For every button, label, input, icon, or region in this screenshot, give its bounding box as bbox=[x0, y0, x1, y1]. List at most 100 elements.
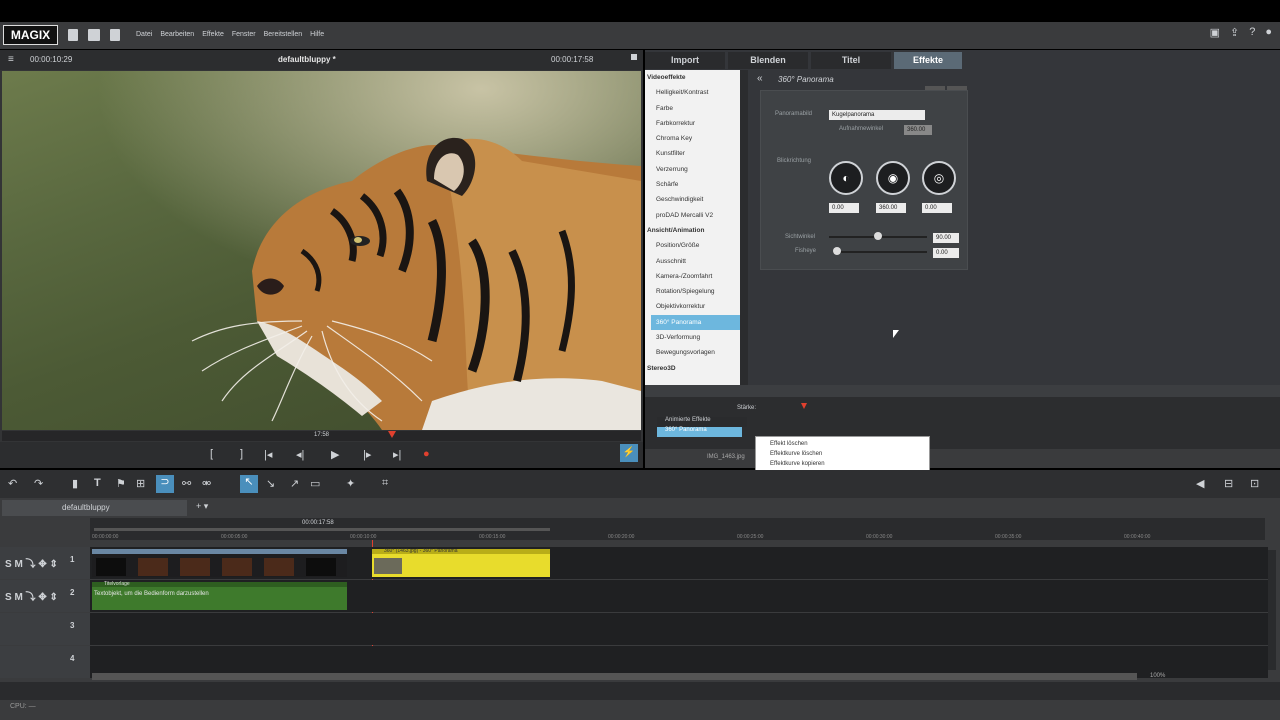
track-controls[interactable]: S M ⤵ ✥ ⇕ 2 bbox=[0, 580, 90, 612]
sichtwinkel-value[interactable]: 90.00 bbox=[933, 233, 959, 243]
effects-category[interactable]: Ansicht/Animation bbox=[645, 223, 740, 238]
pitch-knob[interactable]: ◉ bbox=[876, 161, 910, 195]
settings-icon[interactable]: ⊡ bbox=[1250, 477, 1259, 490]
unlink-icon[interactable]: ⚮ bbox=[202, 477, 211, 490]
add-tab-icon[interactable]: + ▾ bbox=[196, 501, 208, 512]
next-marker-button[interactable]: |▸ bbox=[363, 448, 371, 461]
undo-icon[interactable]: ↶ bbox=[8, 477, 17, 490]
track-controls[interactable]: 4 bbox=[0, 646, 90, 678]
menu-hilfe[interactable]: Hilfe bbox=[310, 31, 324, 38]
aufnahme-field[interactable]: 360.00 bbox=[904, 125, 932, 135]
text-tool-icon[interactable]: T bbox=[94, 477, 101, 489]
camera-icon[interactable]: ▣ bbox=[1210, 26, 1220, 39]
effect-row-animated[interactable]: Animierte Effekte bbox=[657, 417, 747, 427]
effects-item[interactable]: 360° Panorama bbox=[651, 314, 740, 331]
info-icon[interactable]: ● bbox=[1265, 26, 1272, 39]
roll-value[interactable]: 0.00 bbox=[922, 203, 952, 213]
delete-icon[interactable]: ▮ bbox=[72, 477, 78, 490]
play-button[interactable]: ▶ bbox=[331, 448, 339, 461]
range-bar[interactable] bbox=[94, 528, 550, 531]
tab-import[interactable]: Import bbox=[645, 52, 725, 69]
effects-item[interactable]: proDAD Mercalli V2 bbox=[645, 208, 740, 223]
track-area[interactable]: 360° (1463.jpg) - 360° Panorama bbox=[90, 547, 1268, 579]
help-icon[interactable]: ? bbox=[1249, 26, 1255, 39]
effect-tool-icon[interactable]: ✦ bbox=[346, 477, 355, 490]
effects-category[interactable]: Videoeffekte bbox=[645, 70, 740, 85]
track-area[interactable] bbox=[90, 613, 1268, 645]
effects-item[interactable]: Ausschnitt bbox=[645, 254, 740, 269]
effect-row-panorama[interactable]: 360° Panorama bbox=[657, 427, 742, 437]
effects-item[interactable]: Bewegungsvorlagen bbox=[645, 345, 740, 360]
prev-marker-button[interactable]: ◂| bbox=[296, 448, 304, 461]
share-icon[interactable]: ⇪ bbox=[1230, 26, 1239, 39]
fisheye-handle[interactable] bbox=[833, 247, 841, 255]
fisheye-slider[interactable] bbox=[833, 251, 927, 253]
effects-item[interactable]: Position/Größe bbox=[645, 238, 740, 253]
image-clip[interactable]: 360° (1463.jpg) - 360° Panorama bbox=[372, 548, 550, 577]
track-area[interactable]: Titelvorlage Textobjekt, um die Bedienfor… bbox=[90, 580, 1268, 612]
mark-in-button[interactable]: [ bbox=[210, 448, 213, 460]
effects-item[interactable]: Objektivkorrektur bbox=[645, 299, 740, 314]
fullscreen-icon[interactable]: ⚡ bbox=[620, 444, 638, 462]
effects-item[interactable]: Verzerrung bbox=[645, 162, 740, 177]
effects-item[interactable]: Helligkeit/Kontrast bbox=[645, 85, 740, 100]
save-icon[interactable] bbox=[110, 29, 120, 41]
mixer-icon[interactable]: ⊟ bbox=[1224, 477, 1233, 490]
audio-icon[interactable]: ◀ bbox=[1196, 477, 1204, 490]
effects-item[interactable]: Schärfe bbox=[645, 177, 740, 192]
effects-item[interactable]: Farbkorrektur bbox=[645, 116, 740, 131]
yaw-knob[interactable]: ◐ bbox=[829, 161, 863, 195]
panorama-select[interactable]: Kugelpanorama bbox=[829, 110, 925, 120]
track-controls[interactable]: S M ⤵ ✥ ⇕ 1 bbox=[0, 547, 90, 579]
snapshot-icon[interactable]: ⌗ bbox=[382, 477, 388, 490]
range-tool-icon[interactable]: ↘ bbox=[266, 477, 275, 490]
context-menu-item[interactable]: Effektkurve löschen bbox=[770, 449, 929, 459]
roll-knob[interactable]: ◎ bbox=[922, 161, 956, 195]
effects-item[interactable]: Chroma Key bbox=[645, 131, 740, 146]
yaw-value[interactable]: 0.00 bbox=[829, 203, 859, 213]
pointer-tool-icon[interactable]: ↖ bbox=[240, 475, 258, 493]
title-clip[interactable]: Titelvorlage Textobjekt, um die Bedienfor… bbox=[92, 581, 347, 610]
tab-blenden[interactable]: Blenden bbox=[728, 52, 808, 69]
sichtwinkel-handle[interactable] bbox=[874, 232, 882, 240]
context-menu-item[interactable]: Effekt löschen bbox=[770, 439, 929, 449]
menu-bereitstellen[interactable]: Bereitstellen bbox=[264, 31, 303, 38]
mark-out-button[interactable]: ] bbox=[240, 448, 243, 460]
context-menu-item[interactable]: Effektkurve kopieren bbox=[770, 459, 929, 469]
timeline-ruler[interactable]: 00:00:17:58 00:00:00:00 00:00:05:00 00:00:… bbox=[90, 518, 1265, 540]
playhead-marker[interactable] bbox=[388, 431, 396, 438]
timeline-tab[interactable]: defaultbluppy bbox=[2, 500, 187, 516]
timeline-hscrollbar[interactable] bbox=[92, 673, 1137, 680]
trim-tool-icon[interactable]: ▭ bbox=[310, 477, 320, 490]
menu-bearbeiten[interactable]: Bearbeiten bbox=[160, 31, 194, 38]
preview-ruler[interactable]: 17:58 bbox=[2, 431, 641, 441]
video-clip[interactable] bbox=[92, 549, 347, 577]
effects-item[interactable]: Rotation/Spiegelung bbox=[645, 284, 740, 299]
effects-item[interactable]: Kunstfilter bbox=[645, 146, 740, 161]
hamburger-icon[interactable]: ≡ bbox=[8, 54, 14, 65]
link-icon[interactable]: ⚯ bbox=[182, 477, 191, 490]
effects-tree-scrollbar[interactable] bbox=[740, 70, 748, 405]
marker-icon[interactable]: ⚑ bbox=[116, 477, 126, 490]
effects-item[interactable]: Farbe bbox=[645, 101, 740, 116]
track-buttons[interactable]: S M ⤵ ✥ ⇕ bbox=[5, 592, 58, 603]
ripple-tool-icon[interactable]: ↗ bbox=[290, 477, 299, 490]
menu-effekte[interactable]: Effekte bbox=[202, 31, 224, 38]
effect-playhead[interactable] bbox=[801, 403, 807, 409]
effects-item[interactable]: Geschwindigkeit bbox=[645, 192, 740, 207]
magnet-icon[interactable]: ⊃ bbox=[156, 475, 174, 493]
tab-titel[interactable]: Titel bbox=[811, 52, 891, 69]
track-controls[interactable]: 3 bbox=[0, 613, 90, 645]
back-icon[interactable]: « bbox=[757, 73, 763, 84]
group-icon[interactable]: ⊞ bbox=[136, 477, 145, 490]
redo-icon[interactable]: ↷ bbox=[34, 477, 43, 490]
record-button[interactable]: ● bbox=[423, 448, 430, 460]
fisheye-value[interactable]: 0.00 bbox=[933, 248, 959, 258]
maximize-icon[interactable] bbox=[631, 54, 637, 60]
menu-datei[interactable]: Datei bbox=[136, 31, 152, 38]
track-buttons[interactable]: S M ⤵ ✥ ⇕ bbox=[5, 559, 58, 570]
open-folder-icon[interactable] bbox=[88, 29, 100, 41]
timeline-vscrollbar[interactable] bbox=[1268, 550, 1276, 670]
goto-out-button[interactable]: ▸| bbox=[393, 448, 401, 461]
effects-category[interactable]: Stereo3D bbox=[645, 361, 740, 376]
